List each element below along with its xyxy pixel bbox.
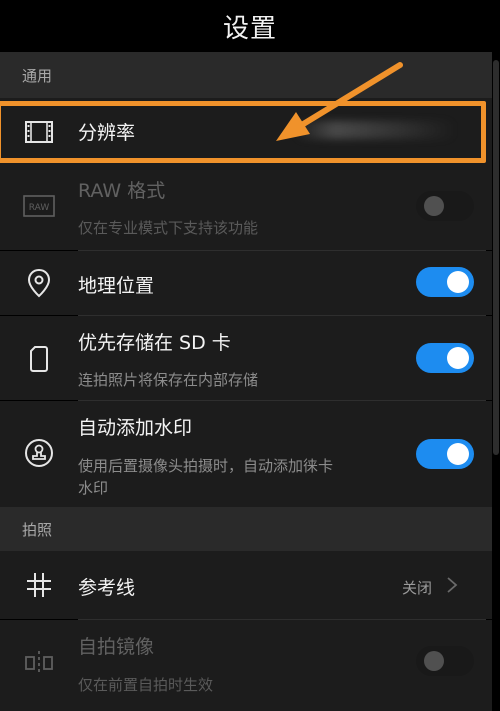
- selfie-mirror-label: 自拍镜像: [78, 636, 155, 658]
- setting-watermark[interactable]: 自动添加水印 使用后置摄像头拍摄时，自动添加徕卡 水印: [0, 401, 492, 507]
- sd-card-icon: [22, 342, 56, 376]
- location-label: 地理位置: [78, 275, 155, 297]
- sd-card-label: 优先存储在 SD 卡: [78, 332, 231, 354]
- location-toggle[interactable]: [416, 267, 474, 297]
- toggle-knob: [424, 196, 444, 216]
- location-pin-icon: [22, 266, 56, 300]
- setting-selfie-mirror[interactable]: 自拍镜像 仅在前置自拍时生效: [0, 620, 492, 711]
- raw-format-description: 仅在专业模式下支持该功能: [78, 219, 259, 237]
- toggle-knob: [424, 651, 444, 671]
- raw-format-toggle[interactable]: [416, 191, 474, 221]
- selfie-mirror-toggle[interactable]: [416, 646, 474, 676]
- setting-location[interactable]: 地理位置: [0, 251, 492, 315]
- sd-card-description: 连拍照片将保存在内部存储: [78, 371, 259, 389]
- settings-screen: 设置 通用 分辨率 RAW RAW 格式 仅在专业模式下支持该功能 地理位置 优…: [0, 0, 500, 711]
- annotation-highlight-box: [0, 101, 486, 163]
- toggle-knob: [447, 347, 469, 369]
- watermark-toggle[interactable]: [416, 439, 474, 469]
- watermark-label: 自动添加水印: [78, 417, 193, 439]
- page-title: 设置: [222, 13, 277, 44]
- raw-icon: RAW: [22, 189, 56, 223]
- watermark-description-line1: 使用后置摄像头拍摄时，自动添加徕卡: [78, 457, 334, 475]
- section-header-photo: 拍照: [0, 507, 492, 551]
- watermark-description-line2: 水印: [78, 479, 109, 497]
- top-bar: 设置: [0, 0, 500, 52]
- setting-sd-card[interactable]: 优先存储在 SD 卡 连拍照片将保存在内部存储: [0, 316, 492, 400]
- sd-card-toggle[interactable]: [416, 343, 474, 373]
- setting-gridline[interactable]: 参考线 关闭: [0, 551, 492, 619]
- watermark-stamp-icon: [22, 436, 56, 470]
- gridline-label: 参考线: [78, 577, 136, 599]
- scrollbar[interactable]: [493, 60, 499, 455]
- selfie-mirror-description: 仅在前置自拍时生效: [78, 676, 214, 694]
- toggle-knob: [447, 443, 469, 465]
- svg-text:RAW: RAW: [29, 203, 50, 213]
- toggle-knob: [447, 271, 469, 293]
- section-header-general: 通用: [0, 52, 492, 98]
- chevron-right-icon: [446, 576, 458, 594]
- setting-raw-format[interactable]: RAW RAW 格式 仅在专业模式下支持该功能: [0, 166, 492, 250]
- raw-format-label: RAW 格式: [78, 180, 166, 202]
- mirror-icon: [22, 646, 56, 680]
- grid-icon: [22, 568, 56, 602]
- gridline-value: 关闭: [401, 579, 432, 597]
